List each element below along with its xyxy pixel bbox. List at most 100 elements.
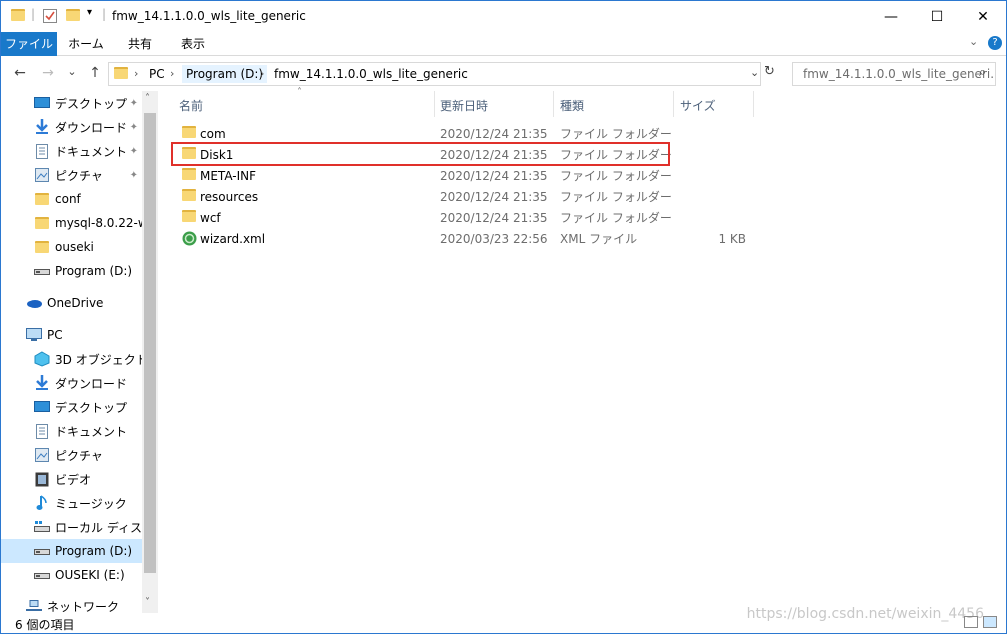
nav-item-pictures[interactable]: ピクチャ ✦ xyxy=(1,163,142,187)
nav-item-label: ピクチャ xyxy=(55,168,103,183)
column-header-type[interactable]: 種類 xyxy=(560,95,584,117)
back-icon[interactable]: ← xyxy=(11,65,29,81)
nav-item-label: ミュージック xyxy=(55,496,127,511)
up-icon[interactable]: ↑ xyxy=(86,65,104,81)
file-date: 2020/12/24 21:35 xyxy=(440,126,548,141)
new-folder-icon[interactable] xyxy=(66,9,80,25)
nav-item-label: デスクトップ xyxy=(55,400,128,415)
nav-item-conf[interactable]: conf xyxy=(1,187,142,211)
close-icon[interactable]: ✕ xyxy=(960,1,1006,32)
maximize-icon[interactable]: ☐ xyxy=(914,1,960,32)
title-bar: | ▾ | fmw_14.1.1.0.0_wls_lite_generic — … xyxy=(1,1,1006,32)
nav-item-label: ネットワーク xyxy=(47,599,120,614)
forward-icon[interactable]: → xyxy=(39,65,57,81)
nav-item-onedrive[interactable]: OneDrive xyxy=(1,291,142,315)
table-row[interactable]: resources 2020/12/24 21:35 ファイル フォルダー xyxy=(174,186,674,207)
column-divider[interactable] xyxy=(434,91,435,117)
separator: | xyxy=(31,7,36,21)
details-view-icon[interactable] xyxy=(964,616,978,628)
nav-item-pc[interactable]: PC xyxy=(1,323,142,347)
nav-item-pc-pictures[interactable]: ピクチャ xyxy=(1,443,142,467)
nav-item-music[interactable]: ミュージック xyxy=(1,491,142,515)
breadcrumb-separator[interactable]: › xyxy=(170,67,174,80)
column-divider[interactable] xyxy=(553,91,554,117)
table-row[interactable]: wizard.xml 2020/03/23 22:56 XML ファイル 1 K… xyxy=(174,228,746,249)
quick-access-dropdown-icon[interactable]: ▾ xyxy=(87,7,92,18)
breadcrumb-current[interactable]: fmw_14.1.1.0.0_wls_lite_generic xyxy=(274,67,468,81)
tab-share[interactable]: 共有 xyxy=(114,32,166,56)
column-divider[interactable] xyxy=(673,91,674,117)
column-divider[interactable] xyxy=(753,91,754,117)
nav-item-pc-program-d[interactable]: Program (D:) xyxy=(1,539,142,563)
nav-item-documents[interactable]: ドキュメント ✦ xyxy=(1,139,142,163)
drive-icon xyxy=(34,567,50,583)
scroll-up-icon[interactable]: ˄ xyxy=(145,93,150,104)
nav-item-label: OneDrive xyxy=(47,296,104,310)
table-row[interactable]: wcf 2020/12/24 21:35 ファイル フォルダー xyxy=(174,207,674,228)
nav-item-local-disk-c[interactable]: ローカル ディスク (C xyxy=(1,515,142,539)
file-date: 2020/12/24 21:35 xyxy=(440,210,548,225)
nav-item-downloads[interactable]: ダウンロード ✦ xyxy=(1,115,142,139)
scrollbar-thumb[interactable] xyxy=(144,113,156,573)
nav-item-desktop[interactable]: デスクトップ ✦ xyxy=(1,91,142,115)
breadcrumb-drive[interactable]: Program (D:) xyxy=(182,65,268,83)
search-input[interactable]: fmw_14.1.1.0.0_wls_lite_generi... xyxy=(792,62,996,86)
explorer-window: | ▾ | fmw_14.1.1.0.0_wls_lite_generic — … xyxy=(0,0,1007,634)
large-icons-view-icon[interactable] xyxy=(983,616,997,628)
navigation-scrollbar[interactable]: ˄ ˅ xyxy=(142,91,158,613)
recent-locations-icon[interactable]: ⌄ xyxy=(63,65,81,78)
breadcrumb-separator[interactable]: › xyxy=(134,67,138,80)
search-icon: ⌕ xyxy=(979,65,987,80)
table-row[interactable]: META-INF 2020/12/24 21:35 ファイル フォルダー xyxy=(174,165,674,186)
folder-icon xyxy=(182,126,196,141)
tab-view[interactable]: 表示 xyxy=(167,32,219,56)
item-count: 6 個の項目 xyxy=(15,618,75,632)
minimize-icon[interactable]: — xyxy=(868,1,914,32)
nav-item-label: OUSEKI (E:) xyxy=(55,568,125,582)
file-type: XML ファイル xyxy=(560,232,638,246)
nav-item-3d-objects[interactable]: 3D オブジェクト xyxy=(1,347,142,371)
file-date: 2020/03/23 22:56 xyxy=(440,231,548,246)
breadcrumb-pc[interactable]: PC xyxy=(149,67,165,81)
nav-item-ouseki[interactable]: ouseki xyxy=(1,235,142,259)
nav-item-pc-desktop[interactable]: デスクトップ xyxy=(1,395,142,419)
tab-file[interactable]: ファイル xyxy=(1,32,57,56)
download-icon xyxy=(34,119,50,135)
nav-item-ouseki-e[interactable]: OUSEKI (E:) xyxy=(1,563,142,587)
column-header-date[interactable]: 更新日時 xyxy=(440,95,488,117)
tab-home[interactable]: ホーム xyxy=(59,32,113,56)
column-header-name[interactable]: 名前 xyxy=(179,95,203,117)
refresh-icon[interactable]: ↻ xyxy=(764,64,775,79)
drive-icon xyxy=(34,263,50,279)
nav-item-videos[interactable]: ビデオ xyxy=(1,467,142,491)
folder-icon xyxy=(182,189,196,204)
file-name: META-INF xyxy=(200,168,257,183)
pictures-icon xyxy=(34,167,50,183)
folder-icon xyxy=(34,191,50,207)
nav-item-mysql[interactable]: mysql-8.0.22-wir xyxy=(1,211,142,235)
address-dropdown-icon[interactable]: ⌄ xyxy=(750,66,759,79)
music-icon xyxy=(34,495,50,511)
xml-file-icon xyxy=(182,231,197,249)
nav-item-network[interactable]: ネットワーク xyxy=(1,594,142,613)
nav-item-label: PC xyxy=(47,328,63,342)
ribbon: ファイル ホーム 共有 表示 ⌄ ? xyxy=(1,32,1006,56)
sort-ascending-icon: ˄ xyxy=(297,87,302,98)
nav-item-pc-downloads[interactable]: ダウンロード xyxy=(1,371,142,395)
help-icon[interactable]: ? xyxy=(988,36,1002,50)
column-header-size[interactable]: サイズ xyxy=(680,95,716,117)
search-placeholder: fmw_14.1.1.0.0_wls_lite_generi... xyxy=(803,67,996,81)
file-date: 2020/12/24 21:35 xyxy=(440,168,548,183)
table-row[interactable]: com 2020/12/24 21:35 ファイル フォルダー xyxy=(174,123,674,144)
scroll-down-icon[interactable]: ˅ xyxy=(145,597,150,608)
nav-item-program-d[interactable]: Program (D:) xyxy=(1,259,142,283)
properties-icon[interactable] xyxy=(43,9,57,25)
nav-item-label: ouseki xyxy=(55,240,94,254)
nav-item-label: mysql-8.0.22-wir xyxy=(55,216,142,230)
nav-item-pc-documents[interactable]: ドキュメント xyxy=(1,419,142,443)
breadcrumb-separator[interactable]: › xyxy=(260,67,264,80)
nav-item-label: ダウンロード xyxy=(55,120,128,135)
collapse-ribbon-icon[interactable]: ⌄ xyxy=(969,35,978,48)
nav-item-label: ビデオ xyxy=(55,472,92,487)
address-bar[interactable]: › PC › Program (D:) › fmw_14.1.1.0.0_wls… xyxy=(108,62,761,86)
